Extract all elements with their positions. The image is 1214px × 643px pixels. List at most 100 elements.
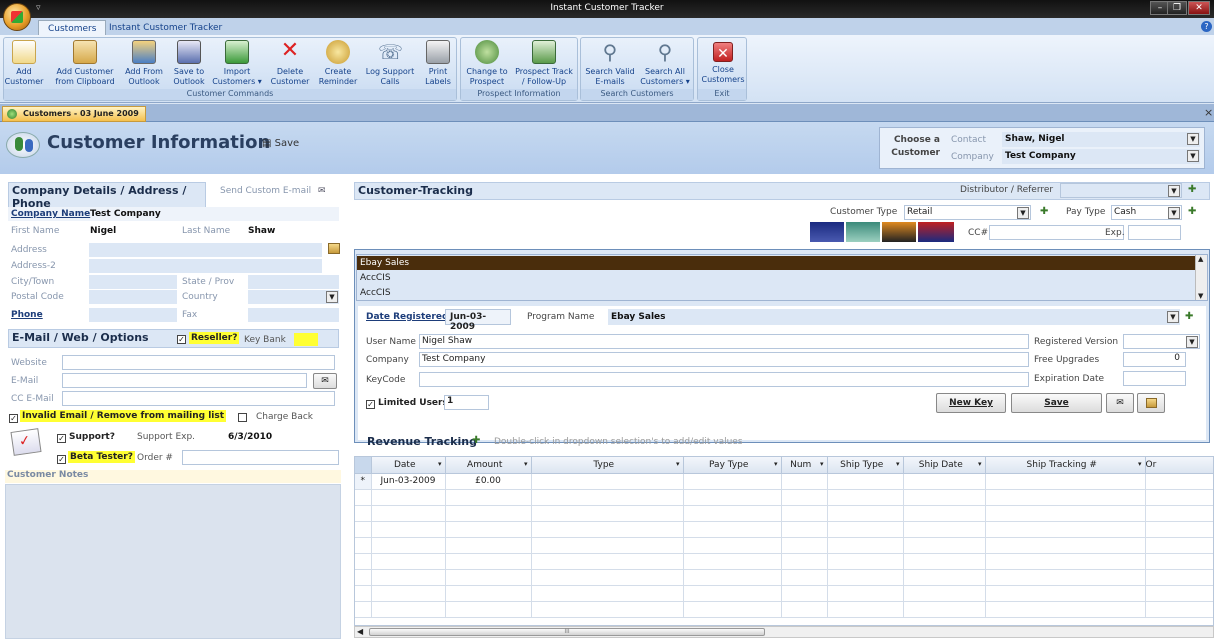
- program-name-select[interactable]: Ebay Sales ▼: [608, 309, 1180, 325]
- save-key-button[interactable]: Save: [1011, 393, 1102, 413]
- company-select[interactable]: Test Company ▼: [1002, 149, 1200, 164]
- column-header-num[interactable]: Num ▾: [781, 457, 828, 474]
- column-header-ship-tracking[interactable]: Ship Tracking # ▾: [985, 457, 1146, 474]
- close-customers-button[interactable]: ✕ Close Customers: [700, 40, 746, 85]
- log-support-calls-button[interactable]: ☏ Log Support Calls: [364, 40, 416, 87]
- reseller-checkbox[interactable]: ✓: [177, 334, 186, 345]
- last-name-value[interactable]: Shaw: [248, 226, 275, 236]
- phone-label[interactable]: Phone: [11, 310, 43, 320]
- city-field[interactable]: [89, 275, 177, 289]
- list-scrollbar[interactable]: ▲ ▼: [1195, 255, 1207, 300]
- email-field[interactable]: [62, 373, 307, 388]
- first-name-value[interactable]: Nigel: [90, 226, 116, 236]
- column-header-type[interactable]: Type ▾: [531, 457, 684, 474]
- list-item[interactable]: Ebay Sales: [357, 256, 1195, 270]
- customer-type-select[interactable]: Retail ▼: [904, 205, 1031, 220]
- chevron-down-icon[interactable]: ▼: [1017, 207, 1029, 219]
- chevron-down-icon[interactable]: ▼: [1168, 207, 1180, 219]
- help-icon[interactable]: ?: [1201, 21, 1212, 32]
- scroll-thumb[interactable]: III: [369, 628, 765, 636]
- send-email-link[interactable]: Send Custom E-mail: [220, 186, 311, 196]
- table-row[interactable]: [355, 569, 1213, 586]
- table-row[interactable]: [355, 537, 1213, 554]
- tab-instant-customer-tracker[interactable]: Instant Customer Tracker: [100, 20, 231, 36]
- phone-field[interactable]: [89, 308, 177, 322]
- save-to-outlook-button[interactable]: Save to Outlook: [170, 40, 208, 87]
- free-upgrades-field[interactable]: 0: [1123, 352, 1186, 367]
- cell-num[interactable]: [781, 473, 828, 490]
- support-checkbox[interactable]: ✓: [57, 433, 66, 444]
- send-email-button[interactable]: ✉: [313, 373, 337, 389]
- revenue-grid[interactable]: Date ▾ Amount ▾ Type ▾ Pay Type ▾ Num ▾ …: [354, 456, 1214, 626]
- document-tab[interactable]: Customers - 03 June 2009: [2, 106, 146, 122]
- import-customers-button[interactable]: Import Customers ▾: [212, 40, 262, 87]
- delete-customer-button[interactable]: ✕ Delete Customer: [268, 40, 312, 87]
- copy-key-button[interactable]: [1137, 393, 1165, 413]
- close-tab-icon[interactable]: ×: [1204, 106, 1213, 119]
- add-from-outlook-button[interactable]: Add From Outlook: [122, 40, 166, 87]
- cc-email-field[interactable]: [62, 391, 335, 406]
- exp-field[interactable]: [1128, 225, 1181, 240]
- close-window-icon[interactable]: ✕: [1188, 1, 1210, 15]
- tab-customers[interactable]: Customers: [38, 20, 107, 36]
- date-registered-field[interactable]: Jun-03-2009: [445, 309, 511, 332]
- cc-field[interactable]: [989, 225, 1124, 240]
- cell-type[interactable]: [531, 473, 684, 490]
- search-all-customers-button[interactable]: ⚲ Search All Customers ▾: [639, 40, 691, 87]
- add-edit-icon[interactable]: ✚: [1188, 206, 1196, 217]
- beta-checkbox[interactable]: ✓: [57, 454, 66, 465]
- cell-ship-date[interactable]: [903, 473, 986, 490]
- chevron-down-icon[interactable]: ▼: [1187, 150, 1199, 162]
- table-row[interactable]: * Jun-03-2009 £0.00: [355, 473, 1213, 490]
- table-row[interactable]: [355, 601, 1213, 618]
- table-row[interactable]: [355, 553, 1213, 570]
- chevron-down-icon[interactable]: ▼: [326, 291, 338, 303]
- cell-amount[interactable]: £0.00: [445, 473, 532, 490]
- key-bank-field[interactable]: [294, 333, 318, 346]
- table-row[interactable]: [355, 521, 1213, 538]
- header-save-button[interactable]: ▤ Save: [262, 138, 299, 149]
- add-edit-icon[interactable]: ✚: [1040, 206, 1048, 217]
- charge-back-checkbox[interactable]: [238, 413, 247, 425]
- table-row[interactable]: [355, 585, 1213, 602]
- user-name-field[interactable]: Nigel Shaw: [419, 334, 1029, 349]
- address-field[interactable]: [89, 243, 322, 257]
- cell-date[interactable]: Jun-03-2009: [371, 473, 446, 490]
- restore-icon[interactable]: ❐: [1167, 1, 1187, 15]
- add-edit-icon[interactable]: ✚: [1185, 311, 1193, 322]
- chevron-down-icon[interactable]: ▼: [1187, 133, 1199, 145]
- order-field[interactable]: [182, 450, 339, 465]
- column-header-amount[interactable]: Amount ▾: [445, 457, 532, 474]
- scroll-left-icon[interactable]: ◀: [357, 627, 363, 636]
- add-edit-icon[interactable]: ✚: [1188, 184, 1196, 195]
- change-to-prospect-button[interactable]: Change to Prospect: [463, 40, 511, 87]
- contact-select[interactable]: Shaw, Nigel ▼: [1002, 132, 1200, 147]
- table-row[interactable]: [355, 489, 1213, 506]
- website-field[interactable]: [62, 355, 335, 370]
- prospect-track-button[interactable]: Prospect Track / Follow-Up: [513, 40, 575, 87]
- add-customer-button[interactable]: Add Customer: [4, 40, 44, 87]
- company-name-value[interactable]: Test Company: [90, 209, 161, 219]
- email-key-button[interactable]: ✉: [1106, 393, 1134, 413]
- email-icon[interactable]: ✉: [318, 186, 326, 196]
- limited-users-checkbox[interactable]: ✓: [366, 399, 375, 410]
- cell-or[interactable]: [1145, 473, 1213, 490]
- create-reminder-button[interactable]: Create Reminder: [316, 40, 360, 87]
- state-field[interactable]: [248, 275, 339, 289]
- chevron-down-icon[interactable]: ▼: [1168, 185, 1180, 197]
- expiration-date-field[interactable]: [1123, 371, 1186, 386]
- office-button[interactable]: [3, 3, 31, 31]
- cell-ship-type[interactable]: [827, 473, 904, 490]
- add-from-clipboard-button[interactable]: Add Customer from Clipboard: [52, 40, 118, 87]
- horizontal-scrollbar[interactable]: ◀ III: [354, 626, 1214, 638]
- cell-pay-type[interactable]: [683, 473, 782, 490]
- registered-version-select[interactable]: ▼: [1123, 334, 1200, 349]
- list-item[interactable]: AccCIS: [357, 286, 1195, 300]
- search-valid-emails-button[interactable]: ⚲ Search Valid E-mails: [583, 40, 637, 87]
- select-all-corner[interactable]: [355, 457, 372, 474]
- company-field[interactable]: Test Company: [419, 352, 1029, 367]
- address-book-icon[interactable]: [328, 243, 340, 254]
- table-row[interactable]: [355, 505, 1213, 522]
- distributor-select[interactable]: ▼: [1060, 183, 1182, 198]
- fax-field[interactable]: [248, 308, 339, 322]
